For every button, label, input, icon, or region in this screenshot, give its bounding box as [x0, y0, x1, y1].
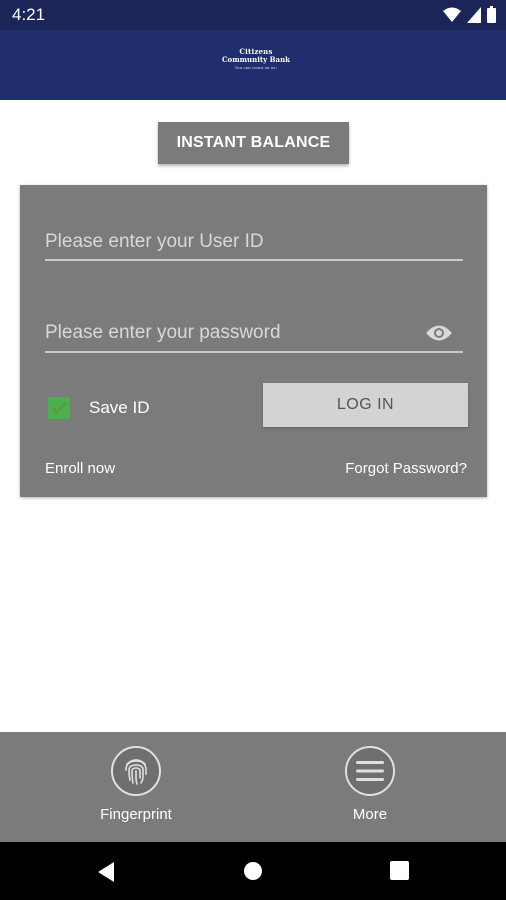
user-id-field [45, 225, 463, 261]
more-button[interactable] [345, 746, 395, 796]
fingerprint-icon [125, 759, 147, 785]
password-field [45, 315, 463, 353]
wifi-icon [443, 7, 461, 22]
save-id-label: Save ID [89, 398, 150, 417]
nav-fingerprint[interactable]: Fingerprint [76, 746, 196, 823]
instant-balance-button[interactable]: INSTANT BALANCE [158, 122, 349, 164]
bottom-nav: Fingerprint More [0, 732, 506, 842]
bank-logo: Citizens Community Bank You can count on… [206, 48, 306, 71]
checkmark-icon [52, 402, 66, 414]
enroll-now-link[interactable]: Enroll now [45, 460, 115, 477]
login-button[interactable]: LOG IN [263, 383, 468, 427]
signal-icon [467, 6, 481, 23]
menu-icon [356, 761, 384, 781]
save-id-checkbox[interactable] [48, 397, 70, 419]
status-bar: 4:21 [0, 0, 506, 30]
logo-line2: Community Bank [221, 55, 291, 64]
forgot-password-link[interactable]: Forgot Password? [345, 460, 467, 477]
app-header: Citizens Community Bank You can count on… [0, 30, 506, 100]
user-id-input[interactable] [45, 225, 463, 259]
recents-icon[interactable] [390, 861, 409, 880]
back-icon[interactable] [96, 861, 116, 883]
password-input[interactable] [45, 315, 463, 351]
battery-icon [487, 6, 496, 23]
logo-tagline: You can count on us! [234, 65, 278, 70]
show-password-eye-icon[interactable] [425, 324, 453, 342]
nav-more[interactable]: More [310, 746, 430, 823]
status-icons [443, 6, 496, 23]
login-card: Save ID LOG IN Enroll now Forgot Passwor… [20, 185, 487, 497]
more-label: More [352, 806, 388, 823]
fingerprint-button[interactable] [111, 746, 161, 796]
status-time: 4:21 [12, 5, 46, 24]
fingerprint-label: Fingerprint [100, 806, 172, 823]
system-nav-bar [0, 842, 506, 900]
home-icon[interactable] [243, 861, 263, 881]
